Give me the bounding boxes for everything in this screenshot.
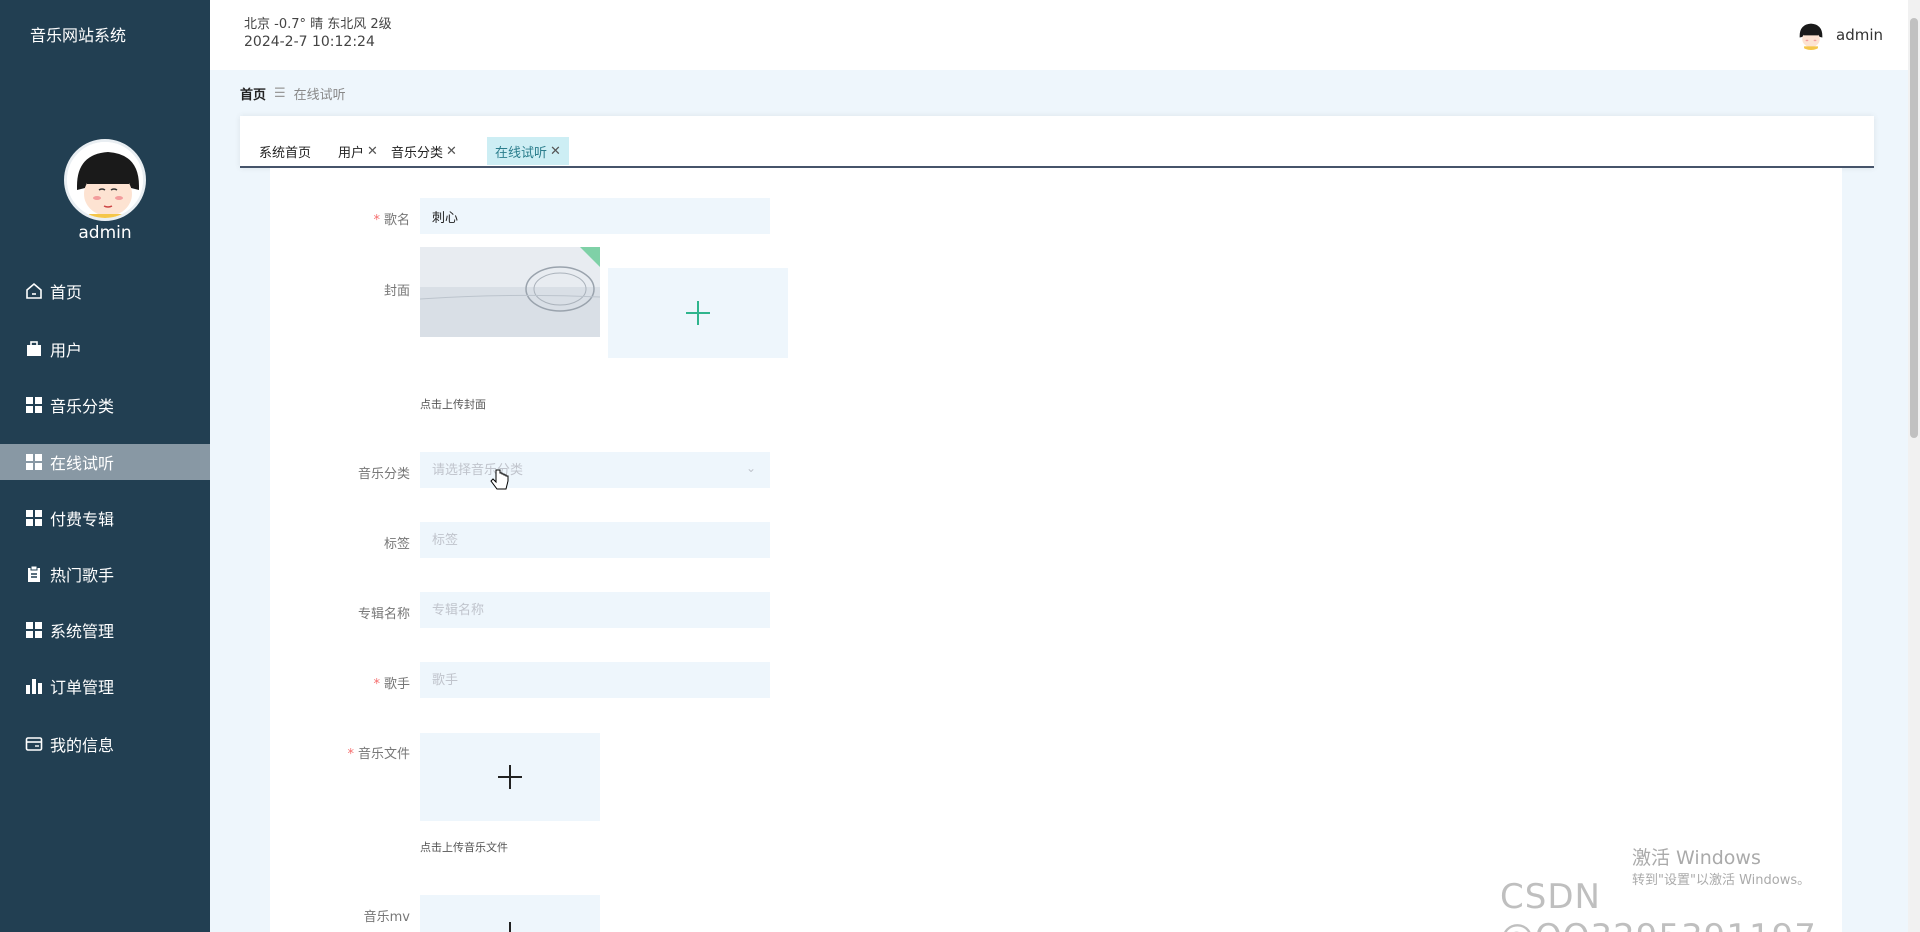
close-icon[interactable]: ✕	[446, 144, 457, 159]
music-file-upload-hint: 点击上传音乐文件	[420, 841, 508, 854]
singer-input[interactable]	[420, 662, 770, 698]
sidebar-item-label: 我的信息	[50, 736, 115, 755]
sidebar-item-label: 付费专辑	[50, 510, 115, 529]
sidebar-item-order-management[interactable]: 订单管理	[0, 668, 210, 704]
avatar-illustration	[1796, 20, 1826, 50]
sidebar-item-system-management[interactable]: 系统管理	[0, 612, 210, 648]
sidebar-item-label: 系统管理	[50, 622, 115, 641]
sidebar-item-label: 在线试听	[50, 454, 115, 473]
sidebar-item-music-category[interactable]: 音乐分类	[0, 387, 210, 423]
cover-image	[420, 247, 600, 337]
plus-icon	[509, 922, 511, 932]
cover-upload-button[interactable]	[608, 268, 788, 358]
required-mark: *	[347, 747, 354, 762]
csdn-watermark: CSDN @QQ3295391197	[1500, 877, 1816, 932]
album-label: 专辑名称	[357, 607, 410, 622]
tab-music-category[interactable]: 音乐分类 ✕	[383, 137, 465, 165]
breadcrumb-separator-icon: ☰	[274, 86, 286, 101]
plus-icon	[686, 301, 710, 325]
category-label: 音乐分类	[357, 467, 410, 482]
sidebar-item-label: 订单管理	[50, 678, 115, 697]
tab-online-listen[interactable]: 在线试听 ✕	[487, 137, 569, 165]
mv-upload-button[interactable]	[420, 895, 600, 932]
sidebar-item-hot-singers[interactable]: 热门歌手	[0, 556, 210, 592]
tab-label: 在线试听	[495, 145, 548, 161]
sidebar-item-online-listen[interactable]: 在线试听	[0, 444, 210, 480]
breadcrumb: 首页 ☰ 在线试听	[240, 84, 346, 103]
avatar-illustration	[67, 142, 143, 218]
scrollbar-thumb[interactable]	[1910, 18, 1918, 438]
tab-system-home[interactable]: 系统首页	[251, 137, 319, 165]
sidebar-item-label: 热门歌手	[50, 566, 115, 585]
briefcase-icon	[24, 339, 44, 359]
sidebar-item-home[interactable]: 首页	[0, 273, 210, 309]
page-scrollbar[interactable]	[1908, 0, 1920, 932]
required-mark: *	[373, 677, 380, 692]
hand-cursor-icon	[490, 468, 510, 496]
close-icon[interactable]: ✕	[550, 144, 561, 159]
sidebar-item-label: 音乐分类	[50, 397, 115, 416]
sidebar-item-paid-album[interactable]: 付费专辑	[0, 500, 210, 536]
tags-input[interactable]	[420, 522, 770, 558]
plus-icon	[498, 765, 522, 789]
breadcrumb-current: 在线试听	[293, 88, 346, 103]
bar-chart-icon	[24, 676, 44, 696]
sidebar-item-label: 用户	[50, 341, 83, 360]
cover-label: 封面	[383, 284, 410, 299]
singer-label: * 歌手	[373, 677, 410, 692]
header-user-menu[interactable]: admin	[1796, 20, 1883, 50]
clipboard-icon	[24, 564, 44, 584]
chevron-down-icon: ⌄	[746, 461, 757, 475]
windows-activation-title: 激活 Windows	[1632, 847, 1761, 869]
breadcrumb-home[interactable]: 首页	[240, 84, 266, 103]
grid-icon	[24, 508, 44, 528]
song-name-input[interactable]	[420, 198, 770, 234]
tab-label: 系统首页	[259, 145, 312, 161]
card-icon	[24, 734, 44, 754]
song-name-label: * 歌名	[373, 213, 410, 228]
home-icon	[24, 281, 44, 301]
grid-icon	[24, 452, 44, 472]
tags-label: 标签	[383, 537, 410, 552]
category-select[interactable]	[420, 452, 770, 488]
system-title: 音乐网站系统	[30, 26, 127, 45]
close-icon[interactable]: ✕	[367, 144, 378, 159]
header-username: admin	[1836, 26, 1883, 44]
cover-upload-hint: 点击上传封面	[420, 398, 486, 411]
sidebar-item-label: 首页	[50, 283, 83, 302]
tabs-bar: 系统首页 用户 ✕ 音乐分类 ✕ 在线试听 ✕	[240, 116, 1874, 168]
album-input[interactable]	[420, 592, 770, 628]
cover-image-preview[interactable]	[420, 247, 600, 337]
top-header: 北京 -0.7° 晴 东北风 2级 2024-2-7 10:12:24 admi…	[210, 0, 1908, 70]
sidebar-item-my-info[interactable]: 我的信息	[0, 726, 210, 762]
sidebar: 音乐网站系统 admin 首页 用户 音乐分类 在线试听 付费专辑 热门歌手 系…	[0, 0, 210, 932]
form-panel: *歌名 封面 点击上传封面 音乐分类 ⌄ 标签 专辑名称 *歌手 *音乐文件 点…	[270, 168, 1842, 932]
music-file-label: * 音乐文件	[347, 747, 410, 762]
weather-info: 北京 -0.7° 晴 东北风 2级	[244, 17, 392, 32]
sidebar-username: admin	[78, 223, 132, 243]
tab-users[interactable]: 用户 ✕	[330, 137, 386, 165]
header-avatar	[1796, 20, 1826, 50]
tab-label: 音乐分类	[391, 145, 444, 161]
sidebar-avatar	[64, 139, 146, 221]
grid-icon	[24, 620, 44, 640]
current-datetime: 2024-2-7 10:12:24	[244, 34, 375, 50]
mv-label: 音乐mv	[363, 910, 410, 925]
sidebar-item-users[interactable]: 用户	[0, 331, 210, 367]
tab-label: 用户	[338, 145, 365, 161]
grid-icon	[24, 395, 44, 415]
music-file-upload-button[interactable]	[420, 733, 600, 821]
required-mark: *	[373, 213, 380, 228]
